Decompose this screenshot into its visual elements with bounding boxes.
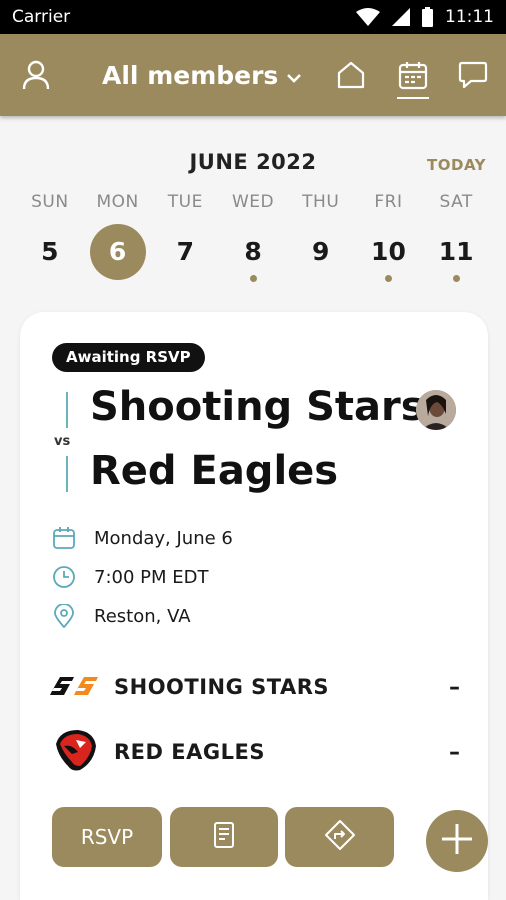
event-location: Reston, VA — [94, 605, 191, 627]
avatar[interactable] — [416, 390, 456, 430]
event-time: 7:00 PM EDT — [94, 566, 209, 588]
day-mon[interactable]: MON 6 — [84, 192, 152, 292]
day-name: SAT — [439, 192, 473, 212]
day-name: MON — [96, 192, 139, 212]
day-name: SUN — [31, 192, 69, 212]
team-row-away[interactable]: RED EAGLES – — [50, 727, 460, 777]
chevron-down-icon — [286, 61, 302, 90]
team-score: – — [449, 739, 460, 765]
event-dot — [249, 275, 257, 282]
away-team-title: Red Eagles — [90, 448, 339, 494]
team-row-home[interactable]: SHOOTING STARS – — [50, 662, 460, 712]
status-badge: Awaiting RSVP — [52, 343, 205, 372]
document-icon — [213, 821, 235, 854]
clock-icon — [52, 565, 76, 589]
day-fri[interactable]: FRI 10 — [355, 192, 423, 292]
directions-icon — [324, 819, 356, 856]
team-name: SHOOTING STARS — [114, 675, 330, 699]
home-team-title: Shooting Stars — [90, 384, 425, 430]
day-number: 10 — [371, 237, 406, 266]
active-tab-indicator — [397, 97, 429, 99]
status-bar: Carrier 11:11 — [0, 0, 506, 34]
shooting-stars-logo — [50, 671, 100, 703]
day-name: WED — [231, 192, 275, 212]
battery-icon — [422, 7, 433, 27]
add-event-button[interactable] — [426, 810, 488, 872]
rsvp-button-label: RSVP — [80, 825, 134, 849]
day-name: FRI — [374, 192, 403, 212]
team-score: – — [449, 674, 460, 700]
event-date-row: Monday, June 6 — [52, 526, 233, 550]
today-button[interactable]: TODAY — [427, 156, 486, 174]
event-dot — [452, 275, 460, 282]
vs-label: vs — [54, 434, 71, 449]
members-label: All members — [102, 60, 279, 90]
location-pin-icon — [52, 604, 76, 628]
profile-icon[interactable] — [18, 34, 54, 116]
clock-time: 11:11 — [445, 7, 494, 27]
week-strip: SUN 5 MON 6 TUE 7 WED 8 THU 9 FRI 10 SAT… — [16, 192, 490, 292]
members-dropdown[interactable]: All members — [102, 34, 302, 116]
carrier-label: Carrier — [12, 7, 71, 27]
team-name: RED EAGLES — [114, 740, 265, 764]
event-location-row: Reston, VA — [52, 604, 191, 628]
day-wed[interactable]: WED 8 — [219, 192, 287, 292]
day-sun[interactable]: SUN 5 — [16, 192, 84, 292]
event-dot — [384, 275, 392, 282]
day-name: TUE — [167, 192, 203, 212]
day-tue[interactable]: TUE 7 — [151, 192, 219, 292]
calendar-icon — [52, 526, 76, 550]
vs-divider-top — [66, 392, 68, 428]
selected-day-number: 6 — [89, 224, 146, 280]
day-thu[interactable]: THU 9 — [287, 192, 355, 292]
day-number: 5 — [41, 237, 59, 266]
directions-button[interactable] — [285, 807, 394, 867]
day-number: 9 — [312, 237, 330, 266]
notes-button[interactable] — [170, 807, 278, 867]
day-number: 11 — [438, 237, 474, 266]
day-number: 7 — [176, 237, 194, 266]
rsvp-button[interactable]: RSVP — [52, 807, 162, 867]
day-number: 8 — [244, 237, 262, 266]
event-card[interactable]: Awaiting RSVP vs Shooting Stars Red Eagl… — [20, 312, 488, 900]
plus-icon — [440, 822, 474, 860]
calendar-nav-icon[interactable] — [396, 34, 430, 116]
event-date: Monday, June 6 — [94, 527, 233, 549]
vs-divider-bottom — [66, 456, 68, 492]
chat-icon[interactable] — [456, 34, 490, 116]
wifi-icon — [356, 8, 380, 26]
top-bar: All members — [0, 34, 506, 116]
day-sat[interactable]: SAT 11 — [422, 192, 490, 292]
home-icon[interactable] — [334, 34, 368, 116]
day-name: THU — [302, 192, 340, 212]
red-eagles-logo — [50, 726, 100, 778]
calendar-header: JUNE 2022 TODAY — [0, 146, 506, 180]
signal-icon — [392, 8, 410, 26]
event-time-row: 7:00 PM EDT — [52, 565, 208, 589]
